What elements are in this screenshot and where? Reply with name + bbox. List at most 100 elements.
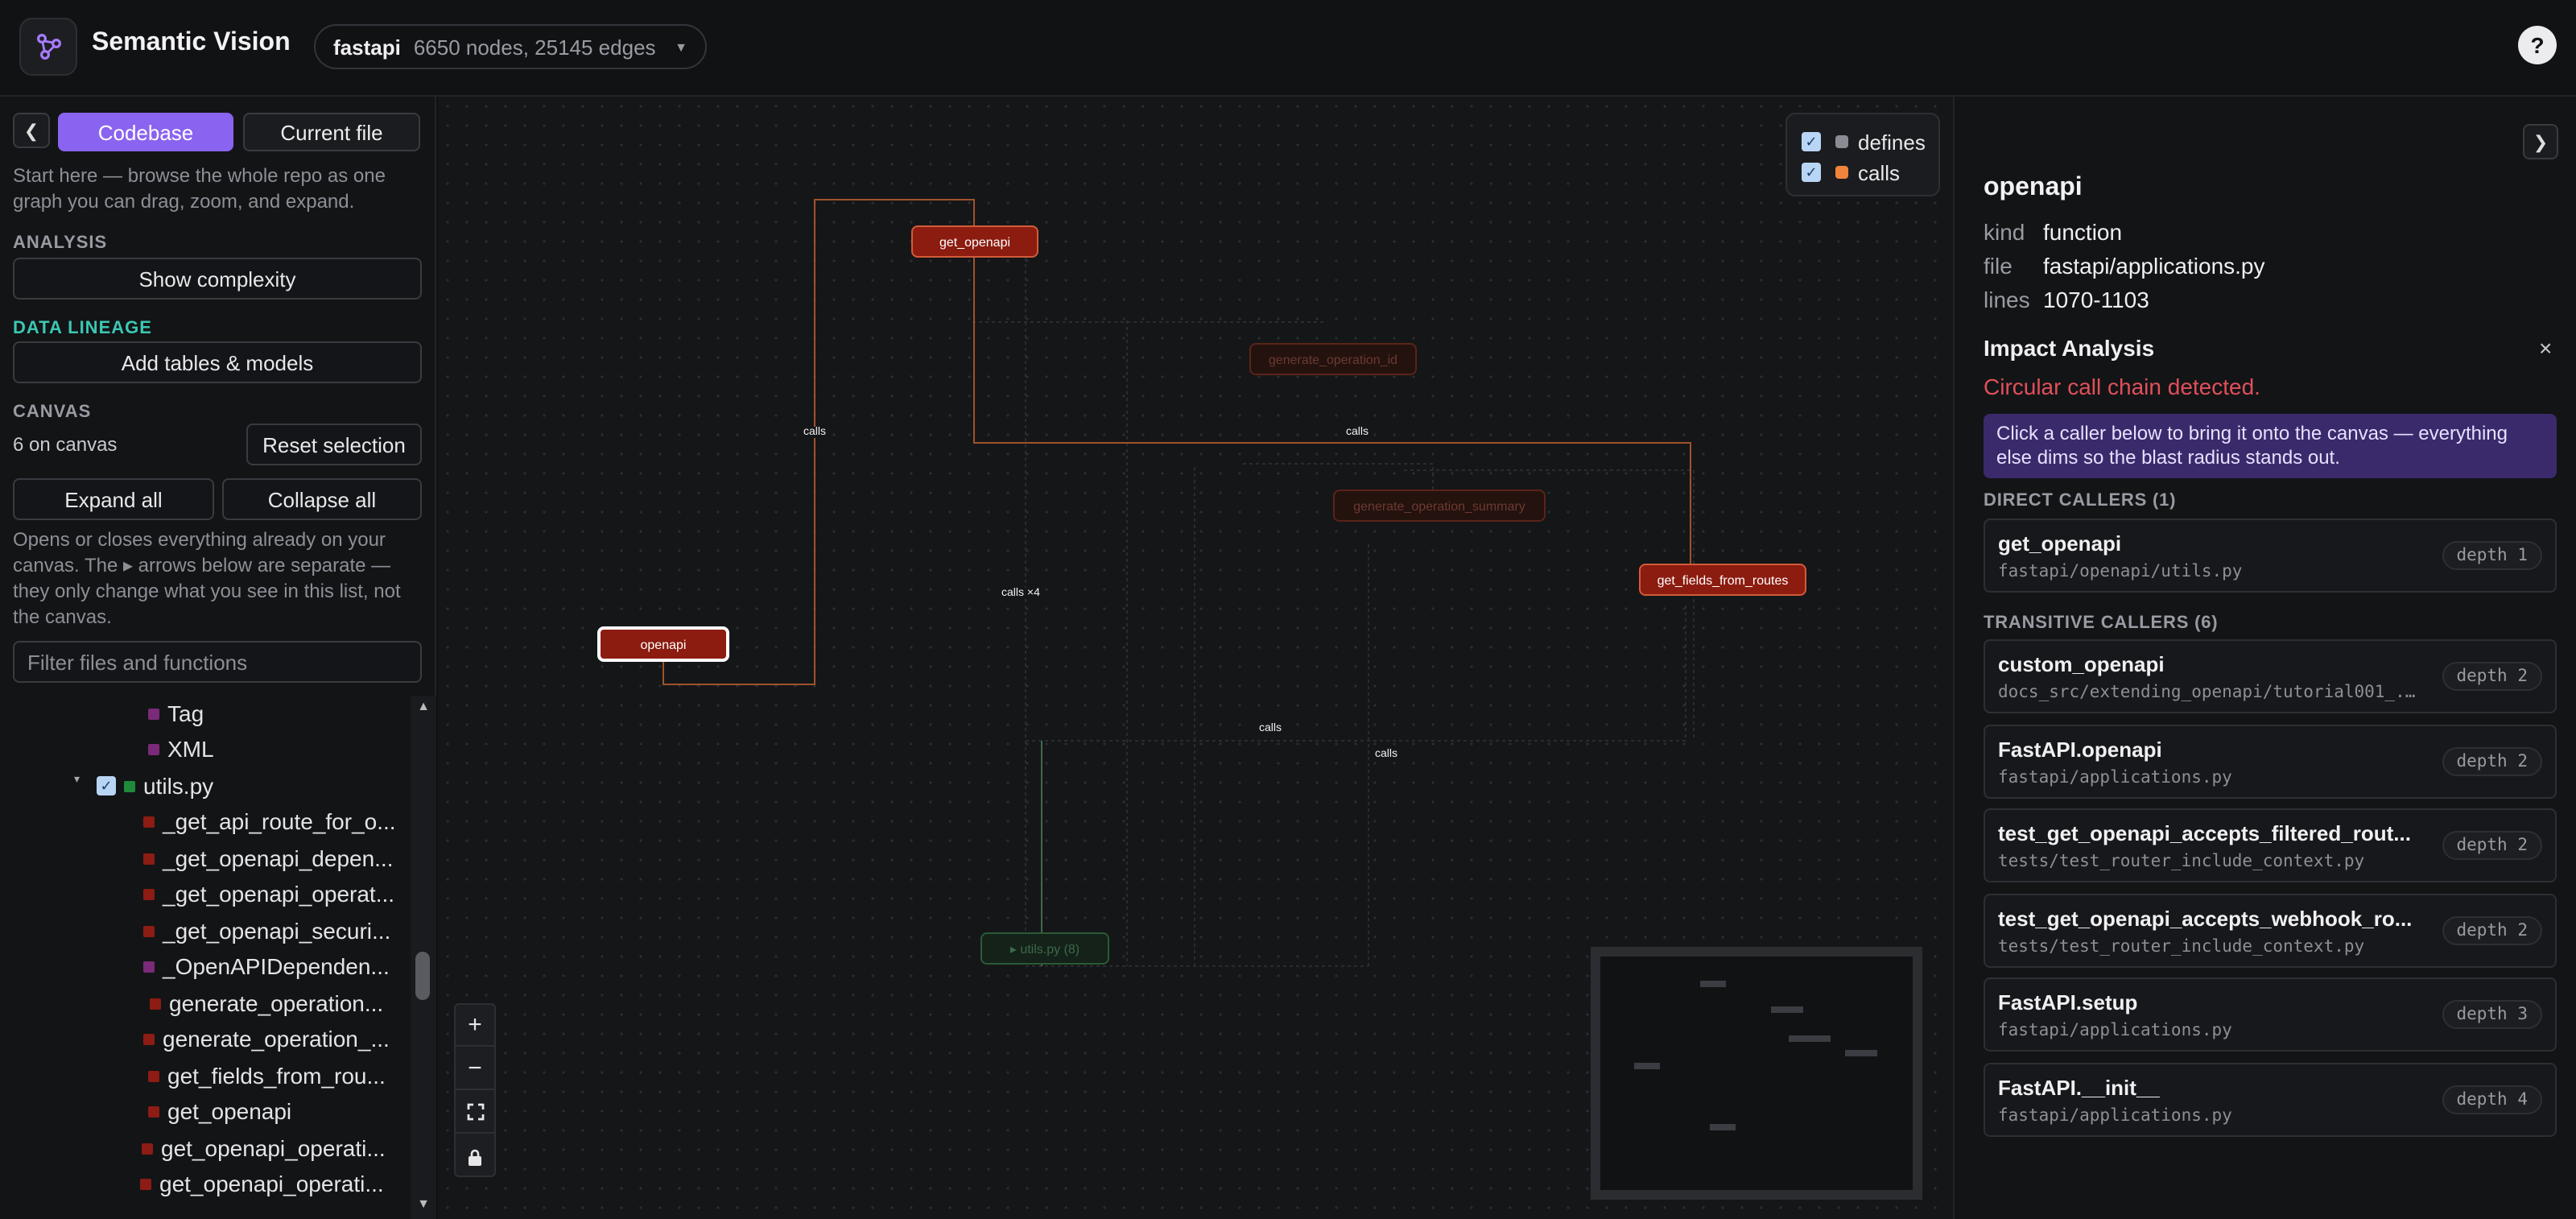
file-value: fastapi/applications.py: [2043, 253, 2265, 279]
scroll-down-icon[interactable]: ▼: [415, 1197, 431, 1211]
minimap-node: [1845, 1050, 1877, 1056]
close-icon[interactable]: ×: [2539, 335, 2552, 361]
minimap-node: [1710, 1124, 1736, 1130]
tree-scrollbar[interactable]: ▲ ▼: [411, 696, 436, 1219]
tree-item[interactable]: _get_openapi_operat...: [143, 876, 394, 911]
tree-item[interactable]: _get_api_route_for_o...: [143, 804, 396, 839]
scroll-thumb[interactable]: [415, 952, 430, 1000]
legend-defines[interactable]: ✓ defines: [1802, 129, 1926, 155]
tree-item[interactable]: _OpenAPIDependen...: [143, 948, 390, 984]
repo-picker[interactable]: fastapi 6650 nodes, 25145 edges ▼: [314, 24, 707, 69]
tree-item[interactable]: XML: [148, 731, 214, 767]
edge-label: calls ×4: [998, 588, 1043, 599]
tree-expand-arrow-icon[interactable]: ▾: [74, 773, 80, 786]
show-complexity-button[interactable]: Show complexity: [13, 258, 422, 300]
lines-row: lines 1070-1103: [1984, 287, 2149, 312]
transitive-callers-label: TRANSITIVE CALLERS (6): [1984, 614, 2219, 633]
tree-item[interactable]: get_openapi: [148, 1093, 291, 1129]
function-icon: [150, 998, 161, 1009]
tree-item[interactable]: _get_openapi_securi...: [143, 913, 390, 948]
function-icon: [143, 1033, 155, 1044]
zoom-controls: + −: [454, 1003, 496, 1177]
tab-codebase[interactable]: Codebase: [58, 113, 233, 151]
minimap-node: [1771, 1006, 1803, 1013]
tree-item[interactable]: get_openapi_operati...: [142, 1130, 386, 1166]
detail-panel: ❯ openapi kind function file fastapi/appli…: [1953, 97, 2576, 1219]
help-button[interactable]: ?: [2518, 26, 2557, 64]
minimap-node: [1789, 1035, 1831, 1042]
graph-node-get-fields-from-routes[interactable]: get_fields_from_routes: [1639, 564, 1806, 596]
file-icon: [124, 780, 135, 791]
checkbox-checked-icon[interactable]: ✓: [1802, 163, 1821, 182]
tree-item[interactable]: _get_openapi_depen...: [143, 841, 394, 876]
analysis-label: ANALYSIS: [13, 233, 108, 253]
function-icon: [142, 1143, 153, 1154]
depth-badge: depth 3: [2442, 1000, 2542, 1029]
graph-node-openapi[interactable]: openapi: [597, 626, 729, 662]
tree-item[interactable]: get_fields_from_rou...: [148, 1058, 386, 1093]
expand-note: Opens or closes everything already on yo…: [13, 528, 401, 628]
function-icon: [143, 816, 155, 827]
caller-item[interactable]: custom_openapi docs_src/extending_openap…: [1984, 639, 2557, 713]
tree-item-file[interactable]: ✓ utils.py: [97, 768, 213, 804]
depth-badge: depth 1: [2442, 541, 2542, 570]
caller-item[interactable]: test_get_openapi_accepts_webhook_ro... t…: [1984, 894, 2557, 968]
minimap[interactable]: [1591, 947, 1922, 1200]
graph-node-generate-operation-summary[interactable]: generate_operation_summary: [1333, 490, 1546, 522]
caller-item[interactable]: get_openapi fastapi/openapi/utils.py dep…: [1984, 519, 2557, 593]
function-icon: [140, 1178, 151, 1189]
edge-label: calls: [1256, 723, 1286, 734]
filter-input[interactable]: [13, 641, 422, 683]
caller-item[interactable]: FastAPI.__init__ fastapi/applications.py…: [1984, 1063, 2557, 1137]
collapse-all-button[interactable]: Collapse all: [222, 478, 422, 520]
caller-item[interactable]: FastAPI.setup fastapi/applications.py de…: [1984, 977, 2557, 1052]
depth-badge: depth 2: [2442, 831, 2542, 860]
graph-canvas[interactable]: get_openapi generate_operation_id genera…: [438, 97, 1953, 1219]
caller-item[interactable]: test_get_openapi_accepts_filtered_rout..…: [1984, 808, 2557, 882]
lock-icon[interactable]: [456, 1135, 494, 1177]
edge-label: calls: [800, 427, 830, 438]
depth-badge: depth 2: [2442, 662, 2542, 691]
fit-view-icon[interactable]: [456, 1092, 494, 1134]
checkbox-checked-icon[interactable]: ✓: [97, 776, 116, 795]
class-icon: [148, 743, 159, 754]
scroll-up-icon[interactable]: ▲: [415, 700, 431, 713]
zoom-out-icon[interactable]: −: [456, 1048, 494, 1090]
graph-node-utils-group[interactable]: ▸ utils.py (8): [980, 932, 1109, 965]
tree-item[interactable]: get_openapi_operati...: [140, 1166, 384, 1201]
app-logo-icon[interactable]: [19, 18, 77, 76]
checkbox-checked-icon[interactable]: ✓: [1802, 132, 1821, 151]
direct-callers-label: DIRECT CALLERS (1): [1984, 491, 2177, 510]
legend-calls[interactable]: ✓ calls: [1802, 159, 1900, 185]
graph-node-get-openapi[interactable]: get_openapi: [911, 225, 1038, 258]
expand-all-button[interactable]: Expand all: [13, 478, 214, 520]
depth-badge: depth 2: [2442, 916, 2542, 945]
graph-node-generate-operation-id[interactable]: generate_operation_id: [1249, 343, 1417, 375]
zoom-in-icon[interactable]: +: [456, 1005, 494, 1047]
caller-item[interactable]: FastAPI.openapi fastapi/applications.py …: [1984, 725, 2557, 799]
tab-current-file[interactable]: Current file: [243, 113, 420, 151]
tree-item[interactable]: generate_operation...: [150, 986, 383, 1021]
impact-hint: Click a caller below to bring it onto th…: [1984, 414, 2557, 478]
app-title: Semantic Vision: [92, 29, 291, 56]
depth-badge: depth 2: [2442, 747, 2542, 776]
reset-selection-button[interactable]: Reset selection: [246, 424, 422, 465]
collapse-sidebar-button[interactable]: ❮: [13, 113, 50, 148]
collapse-panel-button[interactable]: ❯: [2523, 124, 2558, 159]
kind-row: kind function: [1984, 219, 2123, 245]
repo-name: fastapi: [333, 35, 401, 59]
tree-item[interactable]: generate_operation_...: [143, 1021, 390, 1056]
minimap-node: [1700, 981, 1726, 987]
function-icon: [143, 853, 155, 864]
depth-badge: depth 4: [2442, 1085, 2542, 1114]
intro-text: Start here — browse the whole repo as on…: [13, 164, 386, 213]
edge-legend: ✓ defines ✓ calls: [1785, 113, 1940, 196]
tree-item[interactable]: Tag: [148, 696, 204, 731]
file-tree: Tag XML ▾ ✓ utils.py _get_api_route_for_o…: [0, 696, 411, 1219]
class-icon: [148, 708, 159, 719]
calls-swatch-icon: [1835, 166, 1848, 179]
canvas-label: CANVAS: [13, 403, 92, 422]
file-row: file fastapi/applications.py: [1984, 253, 2265, 279]
add-tables-button[interactable]: Add tables & models: [13, 341, 422, 383]
data-lineage-label: DATA LINEAGE: [13, 319, 152, 338]
